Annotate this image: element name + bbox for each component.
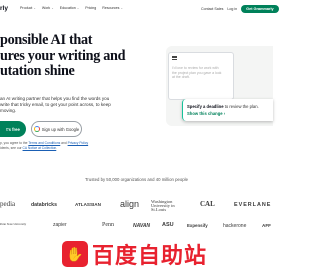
terms-text: .	[56, 146, 58, 150]
logo-hackerone: hackerone	[223, 223, 247, 229]
chevron-down-icon: ⌄	[33, 6, 36, 10]
hero-headline: ponsible AI that ures your writing and u…	[0, 32, 160, 80]
nav-links: Product ⌄ Work ⌄ Education ⌄ Pricing Resour…	[20, 6, 123, 10]
logo-everlane: EVERLANE	[234, 202, 272, 208]
show-change-link[interactable]: Show this change ›	[187, 111, 225, 116]
terms-text: idents, see our	[0, 146, 23, 150]
nav-item-label: Pricing	[85, 6, 97, 10]
suggestion-emphasis: Specify a deadline	[187, 104, 224, 109]
nav-item-label: Product	[20, 6, 33, 10]
nav-item-label: Work	[41, 6, 51, 10]
logo-atlassian: ATLASSIAN	[75, 202, 101, 207]
suggestion-title: Specify a deadline to review the plan.	[187, 104, 259, 109]
logo-navan: NAVAN	[133, 223, 151, 229]
nav-item-resources[interactable]: Resources ⌄	[102, 6, 123, 10]
logo-databricks: databricks	[31, 202, 57, 208]
nav-actions: Contact Sales Log in Get Grammarly	[201, 5, 279, 13]
nav-item-label: Education	[59, 6, 76, 10]
watermark-text: 百度自助站	[92, 243, 208, 268]
logo-aff: AFF	[262, 223, 271, 228]
terms-notice: p, you agree to the Terms and Conditions…	[0, 141, 110, 151]
hero-subtext: an AI writing partner that helps you fin…	[0, 96, 135, 114]
sign-up-google-label: Sign up with Google	[41, 126, 80, 132]
cta-row: t's free Sign up with Google	[0, 121, 82, 137]
logo-align: align	[120, 199, 140, 209]
google-icon	[33, 126, 40, 132]
sign-up-free-button[interactable]: t's free	[0, 121, 26, 137]
grammarly-logo[interactable]: rly	[0, 5, 8, 12]
headline-line: ponsible AI that	[0, 32, 93, 48]
login-link[interactable]: Log in	[227, 7, 237, 11]
chevron-down-icon: ⌄	[76, 6, 80, 10]
demo-document-text: I'd love to review for work with the pro…	[172, 66, 222, 79]
privacy-link[interactable]: Privacy Policy	[68, 141, 89, 145]
logo-penn-state: Penn State University	[0, 222, 27, 226]
terms-text: and	[60, 141, 68, 145]
logo-zapier: zapier	[53, 222, 67, 228]
trusted-by-label: Trusted by 50,000 organizations and 40 m…	[84, 177, 189, 182]
top-navigation: rly Product ⌄ Work ⌄ Education ⌄ Pricing Re…	[0, 0, 279, 18]
logo-washu: Washington University in St.Louis	[151, 199, 175, 212]
logo-expedia: pedia	[0, 200, 16, 208]
terms-link[interactable]: Terms and Conditions	[28, 141, 60, 145]
suggestion-rest: to review the plan.	[223, 104, 259, 109]
get-grammarly-button[interactable]: Get Grammarly	[241, 5, 279, 13]
menu-icon	[172, 56, 177, 61]
logo-expensify: Expensify	[187, 223, 208, 228]
subtext-line: moving.	[0, 108, 17, 113]
demo-document: I'd love to review for work with the pro…	[168, 52, 234, 100]
logo-penn: Penn	[102, 222, 114, 228]
nav-item-pricing[interactable]: Pricing	[85, 6, 96, 10]
ca-notice-link[interactable]: CA Notice at Collection	[23, 146, 57, 150]
headline-line: utation shine	[0, 63, 75, 79]
logo-cal: CAL	[200, 200, 215, 208]
contact-sales-link[interactable]: Contact Sales	[201, 7, 223, 11]
chevron-down-icon: ⌄	[120, 6, 123, 10]
baidu-paw-icon: ✋	[62, 241, 88, 267]
sign-up-google-button[interactable]: Sign up with Google	[31, 121, 82, 137]
headline-line: ures your writing and	[0, 47, 126, 64]
nav-item-work[interactable]: Work ⌄	[42, 6, 54, 10]
sign-up-free-label: t's free	[6, 126, 20, 132]
suggestion-card[interactable]: Specify a deadline to review the plan. S…	[182, 99, 273, 121]
nav-item-education[interactable]: Education ⌄	[60, 6, 80, 10]
nav-item-product[interactable]: Product ⌄	[20, 6, 36, 10]
baidu-watermark: ✋ 百度自助站	[62, 238, 207, 270]
chevron-down-icon: ⌄	[51, 6, 54, 10]
nav-item-label: Resources	[102, 6, 120, 10]
terms-text: p, you agree to the	[0, 141, 29, 145]
logo-asu: ASU	[162, 222, 174, 228]
